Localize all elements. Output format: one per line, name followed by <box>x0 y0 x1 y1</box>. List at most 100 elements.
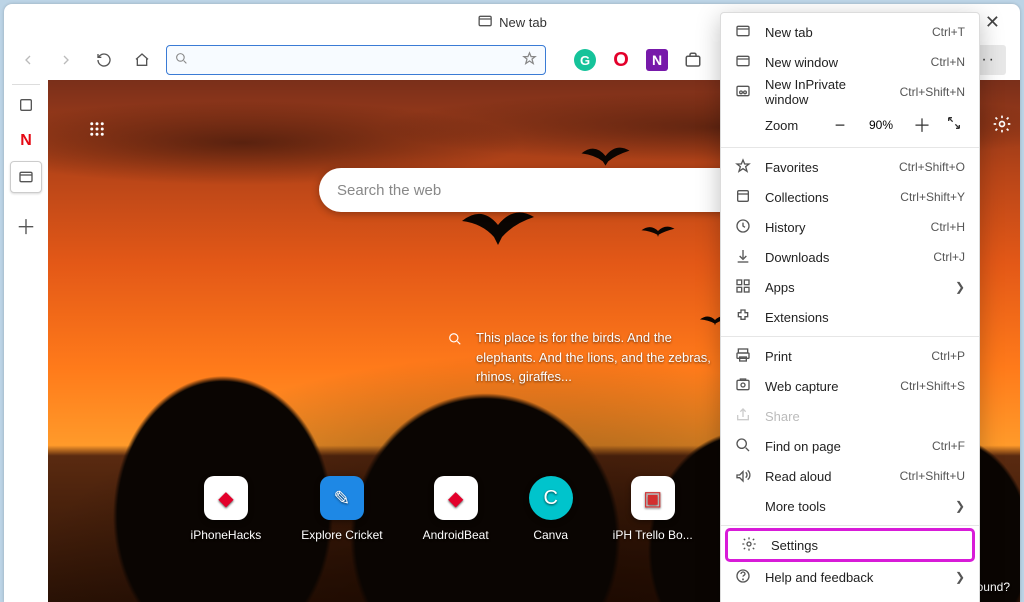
vtab-new-tab[interactable] <box>10 161 42 193</box>
ntp-apps-icon[interactable] <box>88 120 106 143</box>
window-title-text: New tab <box>499 15 547 30</box>
search-icon <box>448 331 462 387</box>
window-icon <box>735 53 751 72</box>
quicklink-tile: ✎ <box>320 476 364 520</box>
menu-item-more-tools[interactable]: More tools ❯ <box>721 491 979 521</box>
menu-shortcut: Ctrl+T <box>932 25 965 39</box>
quicklink-label: Canva <box>533 528 568 542</box>
menu-item-label: Share <box>765 409 965 424</box>
menu-item-label: Print <box>765 349 917 364</box>
menu-item-label: Favorites <box>765 160 885 175</box>
extension-icon <box>735 308 751 327</box>
quicklink-1[interactable]: ✎ Explore Cricket <box>301 476 382 542</box>
ntp-caption: This place is for the birds. And the ele… <box>448 328 718 387</box>
vtab-add-button[interactable]: ＋ <box>10 209 42 241</box>
vtab-netflix[interactable]: N <box>10 125 42 157</box>
extension-opera-icon[interactable]: O <box>610 49 632 71</box>
inprivate-icon <box>735 83 751 102</box>
tab-icon <box>477 13 493 32</box>
quicklink-3[interactable]: C Canva <box>529 476 573 542</box>
bird-silhouette <box>638 220 678 242</box>
print-icon <box>735 347 751 366</box>
menu-item-help-and-feedback[interactable]: Help and feedback ❯ <box>721 562 979 592</box>
menu-shortcut: Ctrl+N <box>931 55 965 69</box>
menu-item-label: Read aloud <box>765 469 886 484</box>
download-icon <box>735 248 751 267</box>
address-input[interactable] <box>194 53 516 68</box>
menu-shortcut: Ctrl+Shift+N <box>900 85 965 99</box>
window-close-button[interactable]: ✕ <box>975 8 1010 37</box>
menu-item-favorites[interactable]: Favorites Ctrl+Shift+O <box>721 152 979 182</box>
menu-item-web-capture[interactable]: Web capture Ctrl+Shift+S <box>721 371 979 401</box>
tab-icon <box>735 23 751 42</box>
quicklink-label: AndroidBeat <box>423 528 489 542</box>
window-title: New tab <box>477 13 547 32</box>
menu-item-apps[interactable]: Apps ❯ <box>721 272 979 302</box>
help-icon <box>735 568 751 587</box>
apps-icon <box>735 278 751 297</box>
menu-item-history[interactable]: History Ctrl+H <box>721 212 979 242</box>
back-button[interactable] <box>14 46 42 74</box>
extension-grammarly-icon[interactable]: G <box>574 49 596 71</box>
menu-item-label: New tab <box>765 25 918 40</box>
menu-item-new-tab[interactable]: New tab Ctrl+T <box>721 17 979 47</box>
chevron-right-icon: ❯ <box>955 499 965 513</box>
quicklink-tile: ▣ <box>631 476 675 520</box>
favorite-star-icon[interactable] <box>522 51 537 69</box>
quicklink-0[interactable]: ◆ iPhoneHacks <box>191 476 262 542</box>
menu-item-label: Extensions <box>765 310 965 325</box>
forward-button[interactable] <box>52 46 80 74</box>
vertical-tabs-sidebar: N ＋ <box>4 80 48 241</box>
zoom-label: Zoom <box>765 118 798 133</box>
extension-onenote-icon[interactable]: N <box>646 49 668 71</box>
menu-item-print[interactable]: Print Ctrl+P <box>721 341 979 371</box>
collections-icon <box>735 188 751 207</box>
chevron-right-icon: ❯ <box>955 280 965 294</box>
menu-item-label: Web capture <box>765 379 886 394</box>
quicklink-label: Explore Cricket <box>301 528 382 542</box>
menu-item-find-on-page[interactable]: Find on page Ctrl+F <box>721 431 979 461</box>
quicklink-tile: ◆ <box>204 476 248 520</box>
ntp-caption-text: This place is for the birds. And the ele… <box>476 328 718 387</box>
menu-item-share: Share <box>721 401 979 431</box>
ntp-settings-icon[interactable] <box>992 114 1012 140</box>
menu-item-new-inprivate-window[interactable]: New InPrivate window Ctrl+Shift+N <box>721 77 979 107</box>
menu-item-close-microsoft-edge[interactable]: Close Microsoft Edge <box>721 592 979 602</box>
menu-item-label: Collections <box>765 190 886 205</box>
menu-shortcut: Ctrl+Shift+U <box>900 469 965 483</box>
menu-shortcut: Ctrl+Shift+O <box>899 160 965 174</box>
menu-shortcut: Ctrl+F <box>932 439 965 453</box>
ntp-search-box[interactable]: Search the web <box>319 168 749 212</box>
browser-window: New tab ✕ G O N <box>4 4 1020 602</box>
settings-icon <box>741 536 757 555</box>
menu-item-new-window[interactable]: New window Ctrl+N <box>721 47 979 77</box>
settings-and-more-menu: New tab Ctrl+T New window Ctrl+N New InP… <box>720 12 980 602</box>
share-icon <box>735 407 751 426</box>
menu-item-label: Downloads <box>765 250 919 265</box>
fullscreen-button[interactable] <box>943 115 965 136</box>
home-button[interactable] <box>128 46 156 74</box>
refresh-button[interactable] <box>90 46 118 74</box>
address-bar[interactable] <box>166 45 546 75</box>
menu-item-read-aloud[interactable]: Read aloud Ctrl+Shift+U <box>721 461 979 491</box>
vtab-collections[interactable] <box>10 89 42 121</box>
zoom-out-button[interactable]: − <box>829 115 851 136</box>
readaloud-icon <box>735 467 751 486</box>
menu-item-settings[interactable]: Settings <box>727 530 973 560</box>
quicklink-label: iPH Trello Bo... <box>613 528 693 542</box>
star-icon <box>735 158 751 177</box>
find-icon <box>735 437 751 456</box>
quicklink-2[interactable]: ◆ AndroidBeat <box>423 476 489 542</box>
extension-generic-icon[interactable] <box>682 49 704 71</box>
quicklink-tile: ◆ <box>434 476 478 520</box>
zoom-value: 90% <box>861 118 901 132</box>
menu-item-collections[interactable]: Collections Ctrl+Shift+Y <box>721 182 979 212</box>
menu-item-label: Settings <box>771 538 959 553</box>
zoom-in-button[interactable]: ＋ <box>911 112 933 138</box>
quicklink-4[interactable]: ▣ iPH Trello Bo... <box>613 476 693 542</box>
menu-item-extensions[interactable]: Extensions <box>721 302 979 332</box>
menu-shortcut: Ctrl+H <box>931 220 965 234</box>
menu-shortcut: Ctrl+Shift+Y <box>900 190 965 204</box>
menu-shortcut: Ctrl+Shift+S <box>900 379 965 393</box>
menu-item-downloads[interactable]: Downloads Ctrl+J <box>721 242 979 272</box>
